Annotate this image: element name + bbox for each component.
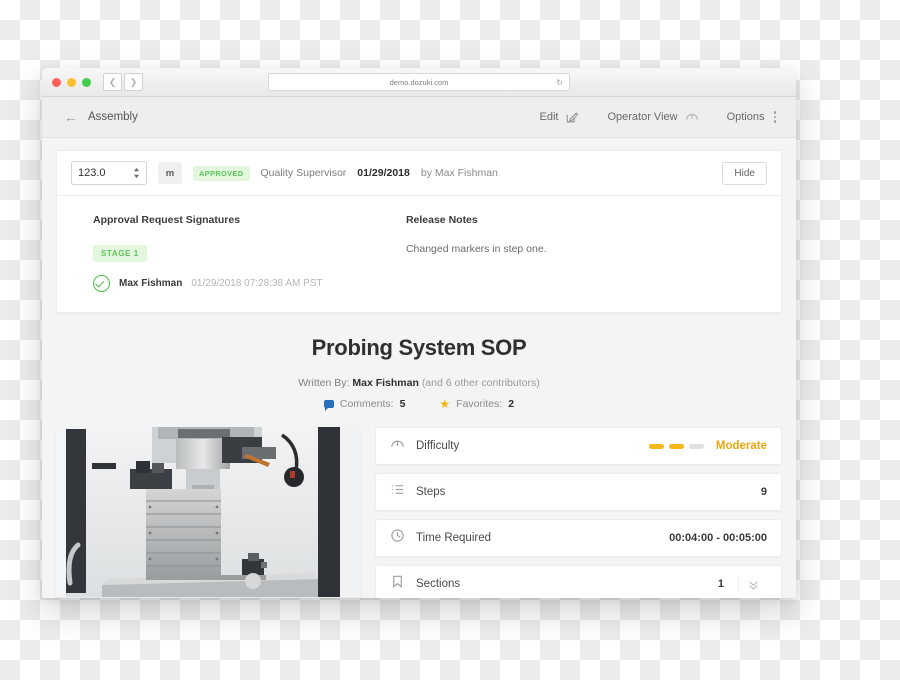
document-title-block: Probing System SOP Written By: Max Fishm… (42, 313, 796, 411)
pencil-square-icon (565, 110, 579, 124)
written-by-label: Written By: (298, 377, 350, 389)
version-value: 123.0 (78, 167, 106, 179)
signer-timestamp: 01/29/2018 07:28:38 AM PST (191, 278, 323, 289)
page-content: 123.0 m APPROVED Quality Supervisor 01/2… (42, 138, 796, 598)
info-row-time-required[interactable]: Time Required 00:04:00 - 00:05:00 (375, 519, 782, 557)
address-bar-url: demo.dozuki.com (389, 77, 449, 87)
edit-label: Edit (539, 111, 559, 123)
arrow-left-icon[interactable]: ← (64, 110, 78, 124)
contributors-label: (and 6 other contributors) (421, 377, 540, 389)
browser-navigation-buttons: ❮ ❯ (103, 73, 143, 91)
star-icon: ★ (439, 397, 451, 411)
difficulty-label: Difficulty (416, 440, 460, 452)
operator-view-button[interactable]: Operator View (607, 110, 698, 124)
comments-count: 5 (399, 398, 406, 410)
comments-label: Comments: (339, 398, 394, 410)
toolbar-right-group: Edit Operator View Options (540, 110, 776, 124)
toolbar-left-group: ← Assembly (64, 110, 540, 124)
operator-view-label: Operator View (607, 111, 678, 123)
signer-name: Max Fishman (119, 278, 183, 289)
document-author[interactable]: Max Fishman (352, 377, 419, 389)
chevron-double-down-icon[interactable] (739, 578, 767, 591)
difficulty-bars: Moderate (648, 440, 767, 452)
difficulty-bar-3 (688, 443, 704, 449)
steps-value: 9 (760, 486, 767, 498)
page-title: Probing System SOP (311, 335, 527, 360)
info-row-sections[interactable]: Sections 1 (375, 565, 782, 598)
release-notes-column: Release Notes Changed markers in step on… (406, 214, 745, 292)
release-notes-body: Changed markers in step one. (405, 243, 547, 255)
close-window-button[interactable] (52, 77, 61, 87)
approval-role: Quality Supervisor (260, 167, 347, 179)
difficulty-bar-2 (668, 443, 684, 449)
back-button[interactable]: ❮ (103, 73, 122, 91)
version-stepper[interactable]: 123.0 (71, 161, 147, 185)
comment-bubble-icon (323, 400, 334, 411)
app-toolbar: ← Assembly Edit Operator View Options (42, 97, 796, 138)
approval-date: 01/29/2018 (357, 167, 410, 179)
info-card-list: Difficulty Moderate Steps 9 Time Require… (375, 427, 782, 598)
minimize-window-button[interactable] (67, 77, 76, 87)
cnc-milling-machine-photo[interactable] (56, 427, 361, 597)
address-bar[interactable]: demo.dozuki.com ↻ (268, 73, 570, 91)
favorites-label: Favorites: (456, 398, 503, 410)
stage-badge: STAGE 1 (93, 245, 147, 262)
favorites-count: 2 (508, 398, 515, 410)
overview-row: Difficulty Moderate Steps 9 Time Require… (42, 410, 796, 598)
approval-panel: 123.0 m APPROVED Quality Supervisor 01/2… (56, 150, 782, 313)
maximize-window-button[interactable] (82, 77, 91, 87)
status-badge: APPROVED (193, 165, 250, 181)
reload-icon[interactable]: ↻ (556, 78, 563, 87)
comments-stat[interactable]: Comments: 5 (323, 398, 406, 411)
browser-window: ❮ ❯ demo.dozuki.com ↻ ← Assembly Edit Op… (42, 68, 796, 598)
steps-label: Steps (416, 486, 446, 498)
signatures-column: Approval Request Signatures STAGE 1 Max … (93, 214, 406, 292)
list-icon (390, 482, 405, 502)
signatures-heading: Approval Request Signatures (93, 214, 241, 226)
time-required-value: 00:04:00 - 00:05:00 (669, 532, 767, 544)
gauge-icon (685, 110, 699, 124)
check-circle-icon (93, 275, 110, 292)
browser-chrome-bar: ❮ ❯ demo.dozuki.com ↻ (42, 68, 796, 97)
gauge-icon (390, 436, 405, 456)
approval-header-row: 123.0 m APPROVED Quality Supervisor 01/2… (57, 151, 781, 196)
info-row-difficulty[interactable]: Difficulty Moderate (375, 427, 782, 465)
forward-button[interactable]: ❯ (124, 73, 143, 91)
info-row-steps[interactable]: Steps 9 (375, 473, 782, 511)
signature-row: Max Fishman 01/29/2018 07:28:38 AM PST (93, 275, 406, 292)
release-notes-heading: Release Notes (405, 214, 478, 226)
kebab-menu-icon (772, 111, 776, 123)
difficulty-value: Moderate (715, 440, 767, 452)
options-label: Options (726, 111, 765, 123)
clock-icon (390, 528, 405, 548)
hide-button[interactable]: Hide (722, 161, 767, 185)
difficulty-bar-1 (648, 443, 664, 449)
document-stats: Comments: 5 ★ Favorites: 2 (42, 398, 796, 411)
options-button[interactable]: Options (727, 111, 776, 123)
sections-label: Sections (416, 578, 461, 590)
stepper-arrows-icon[interactable] (133, 167, 140, 179)
window-traffic-lights (52, 77, 91, 87)
unit-label: m (158, 162, 182, 184)
breadcrumb-title: Assembly (88, 111, 138, 123)
byline: Written By: Max Fishman (and 6 other con… (42, 377, 796, 389)
edit-button[interactable]: Edit (540, 110, 580, 124)
approval-body: Approval Request Signatures STAGE 1 Max … (57, 196, 781, 312)
bookmark-icon (390, 574, 405, 594)
favorites-stat[interactable]: ★ Favorites: 2 (439, 398, 514, 410)
time-required-label: Time Required (416, 532, 491, 544)
sections-value: 1 (718, 578, 739, 590)
approval-author: by Max Fishman (420, 167, 498, 179)
